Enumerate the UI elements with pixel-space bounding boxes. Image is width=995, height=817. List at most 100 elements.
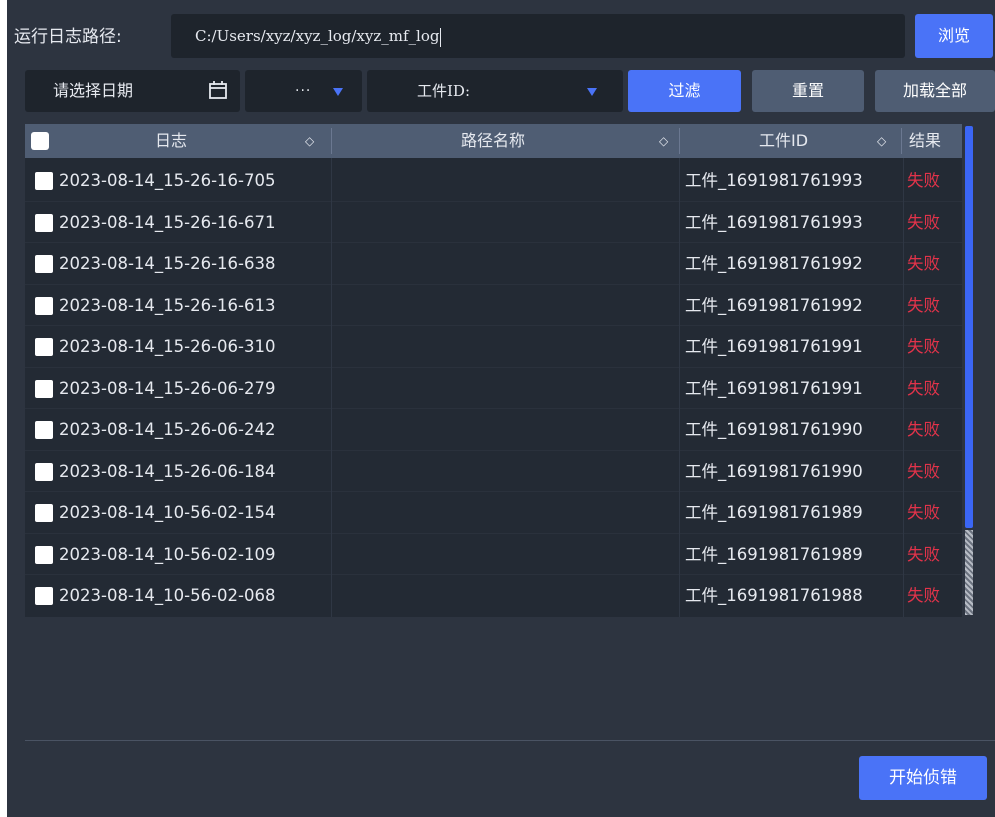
- result-cell: 失败: [907, 503, 940, 522]
- filter-button[interactable]: 过滤: [628, 70, 741, 112]
- row-checkbox[interactable]: [35, 379, 53, 398]
- workpiece-id-cell: 工件_1691981761991: [685, 378, 863, 398]
- log-cell: 2023-08-14_15-26-16-638: [59, 254, 276, 273]
- table-row[interactable]: 2023-08-14_10-56-02-068 工件_1691981761988 失…: [25, 575, 962, 616]
- row-checkbox[interactable]: [35, 296, 53, 315]
- workpiece-id-cell: 工件_1691981761992: [685, 254, 863, 273]
- log-debug-panel: 运行日志路径: C:/Users/xyz/xyz_log/xyz_mf_log …: [7, 0, 995, 817]
- workpiece-id-select[interactable]: 工件ID:: [367, 70, 623, 112]
- row-divider: [25, 325, 962, 326]
- log-cell: 2023-08-14_10-56-02-068: [59, 586, 276, 605]
- workpiece-id-cell: 工件_1691981761988: [685, 586, 863, 605]
- table-row[interactable]: 2023-08-14_15-26-06-242 工件_1691981761990 失…: [25, 409, 962, 450]
- row-checkbox[interactable]: [35, 255, 53, 273]
- column-header-id[interactable]: 工件ID: [759, 124, 808, 158]
- table-header: 日志 ◇ 路径名称 ◇ 工件ID ◇ 结果: [25, 124, 962, 158]
- row-checkbox[interactable]: [35, 172, 53, 190]
- table-scrollbar[interactable]: [962, 124, 976, 617]
- table-row[interactable]: 2023-08-14_10-56-02-109 工件_1691981761989 失…: [25, 534, 962, 575]
- table-row[interactable]: 2023-08-14_15-26-16-613 工件_1691981761992 失…: [25, 285, 962, 326]
- column-header-result[interactable]: 结果: [909, 124, 941, 158]
- log-cell: 2023-08-14_10-56-02-109: [59, 544, 276, 564]
- row-checkbox[interactable]: [35, 462, 53, 481]
- triangle-down-icon: [333, 88, 343, 96]
- result-cell: 失败: [907, 420, 940, 439]
- scrollbar-thumb[interactable]: [965, 126, 973, 528]
- column-header-label: 路径名称: [461, 131, 526, 150]
- log-cell: 2023-08-14_15-26-06-242: [59, 420, 276, 439]
- column-header-path[interactable]: 路径名称: [461, 124, 525, 158]
- row-divider: [25, 491, 962, 492]
- log-cell: 2023-08-14_15-26-16-705: [59, 171, 276, 190]
- result-cell: 失败: [907, 295, 940, 315]
- table-row[interactable]: 2023-08-14_15-26-06-184 工件_1691981761990 失…: [25, 451, 962, 492]
- row-checkbox[interactable]: [35, 587, 53, 605]
- reset-button[interactable]: 重置: [752, 70, 864, 112]
- calendar-icon[interactable]: [208, 80, 228, 100]
- row-divider: [25, 200, 962, 202]
- workpiece-id-cell: 工件_1691981761990: [685, 420, 863, 439]
- start-debug-button[interactable]: 开始侦错: [859, 756, 987, 800]
- column-divider: [331, 158, 332, 617]
- workpiece-id-cell: 工件_1691981761993: [685, 212, 863, 232]
- workpiece-id-select-value: 工件ID:: [417, 82, 471, 100]
- column-divider: [901, 128, 902, 154]
- column-divider: [903, 158, 904, 617]
- workpiece-id-cell: 工件_1691981761989: [685, 503, 863, 522]
- row-checkbox[interactable]: [35, 504, 53, 522]
- row-divider: [25, 574, 962, 575]
- result-cell: 失败: [907, 171, 940, 190]
- date-placeholder: 请选择日期: [53, 81, 134, 100]
- divider: [25, 740, 995, 741]
- scrollbar-track[interactable]: [965, 530, 973, 615]
- table-row[interactable]: 2023-08-14_10-56-02-154 工件_1691981761989 失…: [25, 492, 962, 533]
- column-header-label: 结果: [909, 131, 942, 150]
- table-row[interactable]: 2023-08-14_15-26-06-310 工件_1691981761991 失…: [25, 326, 962, 367]
- dots-select-value: ···: [295, 83, 312, 99]
- row-checkbox[interactable]: [35, 338, 53, 356]
- row-checkbox[interactable]: [35, 545, 53, 564]
- date-picker[interactable]: 请选择日期: [25, 70, 240, 112]
- column-header-label: 日志: [155, 131, 188, 150]
- table-row[interactable]: 2023-08-14_15-26-16-671 工件_1691981761993 失…: [25, 202, 962, 243]
- row-divider: [25, 449, 962, 451]
- result-cell: 失败: [907, 544, 940, 564]
- triangle-down-icon: [587, 88, 597, 96]
- log-cell: 2023-08-14_15-26-06-184: [59, 461, 276, 481]
- result-cell: 失败: [907, 254, 940, 273]
- log-cell: 2023-08-14_15-26-06-310: [59, 337, 276, 356]
- result-cell: 失败: [907, 212, 940, 232]
- row-divider: [25, 408, 962, 409]
- row-checkbox[interactable]: [35, 421, 53, 439]
- workpiece-id-cell: 工件_1691981761990: [685, 461, 863, 481]
- row-checkbox[interactable]: [35, 213, 53, 232]
- dots-select[interactable]: ···: [245, 70, 362, 112]
- workpiece-id-cell: 工件_1691981761989: [685, 544, 863, 564]
- log-path-label: 运行日志路径:: [14, 27, 122, 47]
- log-path-value: C:/Users/xyz/xyz_log/xyz_mf_log: [195, 27, 440, 45]
- workpiece-id-cell: 工件_1691981761991: [685, 337, 863, 356]
- log-cell: 2023-08-14_15-26-16-613: [59, 295, 276, 315]
- result-cell: 失败: [907, 378, 940, 398]
- log-path-input[interactable]: C:/Users/xyz/xyz_log/xyz_mf_log: [171, 14, 905, 58]
- log-cell: 2023-08-14_10-56-02-154: [59, 503, 276, 522]
- select-all-checkbox[interactable]: [31, 132, 49, 150]
- log-table: 日志 ◇ 路径名称 ◇ 工件ID ◇ 结果 2023-08-14_15-26-1…: [25, 124, 976, 617]
- row-divider: [25, 283, 962, 285]
- table-row[interactable]: 2023-08-14_15-26-06-279 工件_1691981761991 失…: [25, 368, 962, 409]
- row-divider: [25, 366, 962, 368]
- column-divider: [679, 158, 680, 617]
- table-row[interactable]: 2023-08-14_15-26-16-705 工件_1691981761993 失…: [25, 160, 962, 201]
- browse-button[interactable]: 浏览: [915, 14, 993, 58]
- table-row[interactable]: 2023-08-14_15-26-16-638 工件_1691981761992 失…: [25, 243, 962, 284]
- column-divider: [331, 128, 332, 154]
- load-all-button[interactable]: 加载全部: [875, 70, 995, 112]
- result-cell: 失败: [907, 461, 940, 481]
- result-cell: 失败: [907, 337, 940, 356]
- column-header-label: 工件ID: [759, 131, 809, 150]
- result-cell: 失败: [907, 586, 940, 605]
- column-header-log[interactable]: 日志: [155, 124, 187, 158]
- text-caret: [440, 27, 442, 47]
- row-divider: [25, 532, 962, 534]
- column-divider: [679, 128, 680, 154]
